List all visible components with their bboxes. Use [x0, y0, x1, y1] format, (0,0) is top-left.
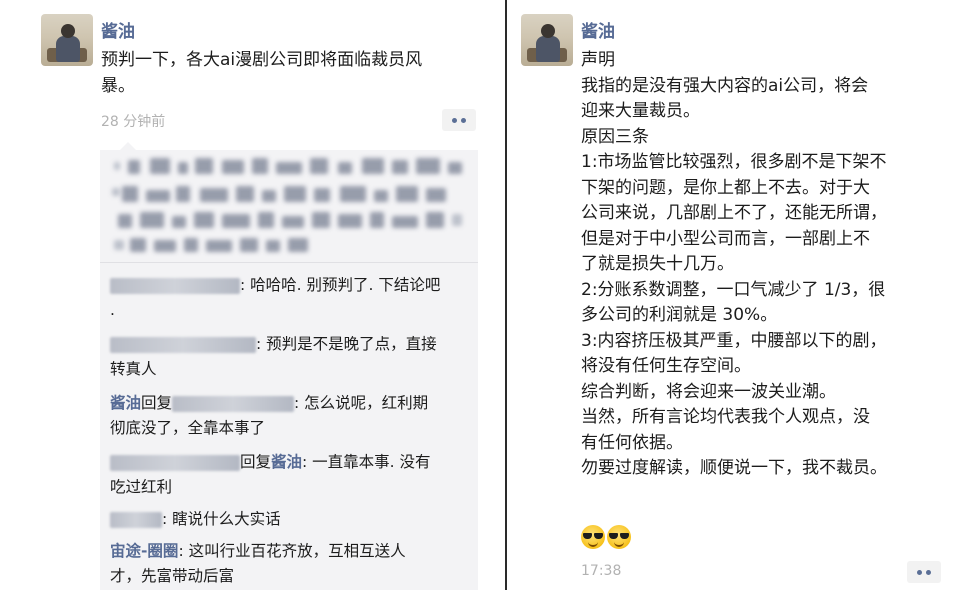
- comment-item[interactable]: 酱油回复 : 怎么说呢，红利期 彻底没了，全靠本事了: [110, 391, 472, 441]
- comment-item[interactable]: : 瞎说什么大实话: [110, 507, 472, 532]
- comment-text: : 哈哈哈. 别预判了. 下结论吧: [240, 276, 441, 294]
- commenter-name[interactable]: 宙途-圈圈: [110, 542, 178, 560]
- post-text-line: 勿要过度解读，顺便说一下，我不裁员。: [581, 458, 887, 478]
- sunglasses-emoji-icon: [607, 525, 631, 549]
- post-text-line: 了就是损失十几万。: [581, 254, 734, 274]
- post-text-line: 将没有任何生存空间。: [581, 356, 751, 376]
- comment-text: 彻底没了，全靠本事了: [110, 419, 266, 437]
- post-time: 28 分钟前: [101, 114, 166, 130]
- author-name[interactable]: 酱油: [101, 17, 135, 42]
- post-text-line: 预判一下，各大ai漫剧公司即将面临裁员风: [101, 50, 423, 70]
- reply-label: 回复: [141, 394, 173, 412]
- panel-divider: [505, 0, 507, 590]
- more-dot-icon: [461, 117, 466, 123]
- right-moment-panel: 酱油 声明 我指的是没有强大内容的ai公司，将会 迎来大量裁员。 原因三条 1:…: [511, 0, 960, 590]
- post-time: 17:38: [581, 563, 622, 579]
- post-text-line: 3:内容挤压极其严重，中腰部以下的剧，: [581, 330, 887, 351]
- more-dot-icon: [452, 117, 457, 123]
- redacted-name: [110, 277, 240, 294]
- post-text-line: 但是对于中小型公司而言，一部剧上不: [581, 228, 870, 249]
- comment-item[interactable]: : 哈哈哈. 别预判了. 下结论吧 .: [110, 273, 472, 323]
- post-text-line: 原因三条: [581, 126, 649, 147]
- left-moment-panel: 酱油 预判一下，各大ai漫剧公司即将面临裁员风 暴。 28 分钟前: 哈哈哈.…: [0, 0, 503, 590]
- sunglasses-emoji-icon: [581, 525, 605, 549]
- post-text: 声明 我指的是没有强大内容的ai公司，将会 迎来大量裁员。 原因三条 1:市场监…: [581, 48, 887, 482]
- post-text-line: 暴。: [101, 75, 135, 96]
- comment-text: .: [110, 301, 115, 319]
- comment-text: 吃过红利: [110, 478, 173, 496]
- comment-text: 才，先富带动后富: [110, 567, 235, 585]
- post-text: 预判一下，各大ai漫剧公司即将面临裁员风 暴。: [101, 48, 422, 99]
- post-text-line: 公司来说，几部剧上不了，还能无所谓，: [581, 203, 887, 223]
- post-text-line: 下架的问题，是你上都上不去。对于大: [581, 177, 870, 198]
- post-text-line: 有任何依据。: [581, 432, 683, 453]
- comment-text: : 一直靠本事. 没有: [302, 453, 431, 471]
- post-text-line: 综合判断，将会迎来一波关业潮。: [581, 381, 836, 402]
- post-text-line: 我指的是没有强大内容的ai公司，将会: [581, 75, 869, 96]
- post-text-line: 多公司的利润就是 30%。: [581, 305, 778, 325]
- post-text-line: 当然，所有言论均代表我个人观点，没: [581, 407, 870, 427]
- redacted-name: [172, 395, 295, 412]
- reply-target-name[interactable]: 酱油: [271, 453, 302, 471]
- post-text-line: 2:分账系数调整，一口气减少了 1/3，很: [581, 279, 886, 300]
- commenter-name[interactable]: 酱油: [110, 394, 141, 412]
- post-text-line: 迎来大量裁员。: [581, 101, 700, 121]
- comment-text: 转真人: [110, 360, 157, 378]
- comment-text: : 怎么说呢，红利期: [294, 394, 429, 412]
- author-name[interactable]: 酱油: [581, 17, 615, 42]
- more-dot-icon: [926, 569, 931, 575]
- post-text-line: 声明: [581, 50, 615, 70]
- likes-list-redacted: [100, 150, 478, 262]
- redacted-name: [110, 511, 162, 528]
- avatar[interactable]: [41, 14, 93, 66]
- comment-item[interactable]: 回复酱油: 一直靠本事. 没有 吃过红利: [110, 450, 472, 500]
- avatar[interactable]: [521, 14, 573, 66]
- comment-item[interactable]: : 预判是不是晚了点，直接 转真人: [110, 332, 472, 382]
- comment-item[interactable]: 宙途-圈圈: 这叫行业百花齐放，互相互送人 才，先富带动后富: [110, 539, 472, 589]
- more-actions-button[interactable]: [442, 109, 476, 131]
- more-actions-button[interactable]: [907, 561, 941, 583]
- comment-area: : 哈哈哈. 别预判了. 下结论吧 . : 预判是不是晚了点，直接 转真人 酱油…: [100, 142, 478, 590]
- redacted-name: [110, 454, 240, 471]
- post-text-line: 1:市场监管比较强烈，很多剧不是下架不: [581, 152, 887, 172]
- comment-text: : 这叫行业百花齐放，互相互送人: [178, 542, 406, 560]
- comment-text: : 预判是不是晚了点，直接: [256, 335, 437, 353]
- redacted-name: [110, 336, 256, 353]
- more-dot-icon: [917, 569, 922, 575]
- comment-text: : 瞎说什么大实话: [162, 510, 281, 528]
- reply-label: 回复: [240, 453, 272, 471]
